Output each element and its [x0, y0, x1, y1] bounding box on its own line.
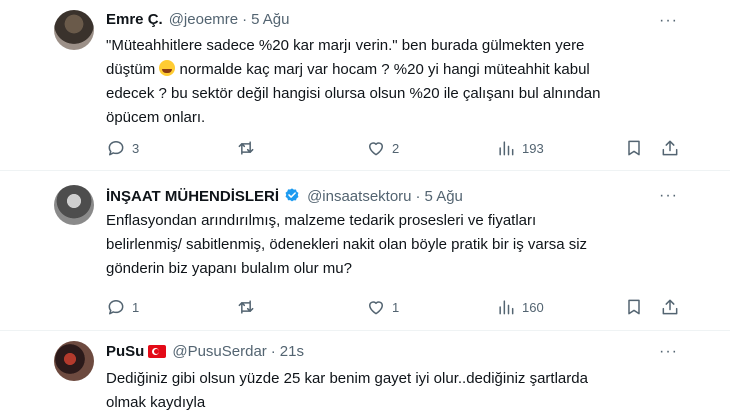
tweet-text-line: öpücem onları. [106, 109, 206, 126]
share-icon [662, 299, 678, 315]
retweet-icon [238, 300, 254, 314]
bookmark-icon [628, 299, 640, 315]
reply-button[interactable]: 1 [106, 297, 139, 317]
separator: · [242, 11, 248, 28]
tweet-text-line: düştüm normalde kaç marj var hocam ? %20… [106, 58, 686, 82]
reply-count: 3 [132, 140, 140, 156]
tweet-header: PuSu @PusuSerdar · 21s [106, 343, 304, 360]
more-options-icon[interactable]: ··· [659, 188, 678, 204]
bookmark-button[interactable] [624, 297, 644, 317]
retweet-button[interactable] [236, 138, 262, 158]
timestamp[interactable]: 21s [280, 343, 304, 360]
tweet-text-line: belirlenmiş/ sabitlenmiş, ödenekleri nak… [106, 236, 588, 253]
tweet-text: Dediğiniz gibi olsun yüzde 25 kar benim … [106, 367, 686, 415]
views-button[interactable]: 160 [496, 297, 544, 317]
tweet-text-line: "Müteahhitlere sadece %20 kar marjı veri… [106, 37, 585, 54]
timestamp[interactable]: 5 Ağu [425, 188, 463, 205]
display-name[interactable]: PuSu [106, 343, 144, 360]
view-count: 193 [522, 140, 544, 156]
user-handle[interactable]: @jeoemre [169, 11, 238, 28]
avatar[interactable] [54, 10, 94, 50]
timestamp[interactable]: 5 Ağu [251, 11, 289, 28]
heart-icon [369, 301, 383, 315]
tweet-text-line: gönderin biz yapanı bulalım olur mu? [106, 260, 352, 277]
share-button[interactable] [660, 297, 680, 317]
tweet-header: İNŞAAT MÜHENDİSLERİ @insaatsektoru · 5 A… [106, 187, 463, 205]
avatar[interactable] [54, 185, 94, 225]
display-name[interactable]: Emre Ç. [106, 11, 163, 28]
like-count: 2 [392, 140, 400, 156]
reply-icon [108, 141, 124, 156]
tweet[interactable]: İNŞAAT MÜHENDİSLERİ @insaatsektoru · 5 A… [0, 170, 730, 330]
analytics-icon [499, 300, 514, 315]
separator: · [270, 343, 276, 360]
tweet-text-line: edecek ? bu sektör değil hangisi olursa … [106, 85, 601, 102]
laughing-emoji-icon [159, 60, 176, 76]
tweet-text: Enflasyondan arındırılmış, malzeme tedar… [106, 209, 686, 281]
display-name[interactable]: İNŞAAT MÜHENDİSLERİ [106, 188, 279, 205]
tweet[interactable]: Emre Ç. @jeoemre · 5 Ağu ··· "Müteahhitl… [0, 0, 730, 170]
action-bar: 3 2 193 [100, 138, 690, 162]
bookmark-icon [628, 140, 640, 156]
tweet-header: Emre Ç. @jeoemre · 5 Ağu [106, 11, 290, 28]
views-button[interactable]: 193 [496, 138, 544, 158]
retweet-icon [238, 141, 254, 155]
reply-icon [108, 300, 124, 315]
retweet-button[interactable] [236, 297, 262, 317]
reply-count: 1 [132, 299, 140, 315]
bookmark-button[interactable] [624, 138, 644, 158]
user-handle[interactable]: @PusuSerdar [172, 343, 266, 360]
tweet[interactable]: PuSu @PusuSerdar · 21s ··· Dediğiniz gib… [0, 330, 730, 420]
tweet-text-line: Enflasyondan arındırılmış, malzeme tedar… [106, 212, 537, 229]
share-button[interactable] [660, 138, 680, 158]
turkey-flag-icon [148, 345, 167, 358]
tweet-text: "Müteahhitlere sadece %20 kar marjı veri… [106, 34, 686, 130]
share-icon [662, 140, 678, 156]
more-options-icon[interactable]: ··· [659, 344, 678, 360]
tweet-text-segment: düştüm [106, 61, 156, 78]
like-button[interactable]: 1 [366, 297, 399, 317]
tweet-text-line: Dediğiniz gibi olsun yüzde 25 kar benim … [106, 370, 588, 387]
tweet-text-line: olmak kaydıyla [106, 394, 206, 411]
verified-badge-icon [285, 188, 299, 202]
user-handle[interactable]: @insaatsektoru [307, 188, 411, 205]
more-options-icon[interactable]: ··· [659, 13, 678, 29]
like-count: 1 [392, 299, 400, 315]
heart-icon [369, 142, 383, 156]
like-button[interactable]: 2 [366, 138, 399, 158]
avatar[interactable] [54, 341, 94, 381]
view-count: 160 [522, 299, 544, 315]
separator: · [415, 187, 421, 205]
analytics-icon [499, 141, 514, 156]
reply-button[interactable]: 3 [106, 138, 139, 158]
tweet-text-segment: normalde kaç marj var hocam ? %20 yi han… [175, 61, 590, 78]
action-bar: 1 1 160 [100, 297, 690, 321]
